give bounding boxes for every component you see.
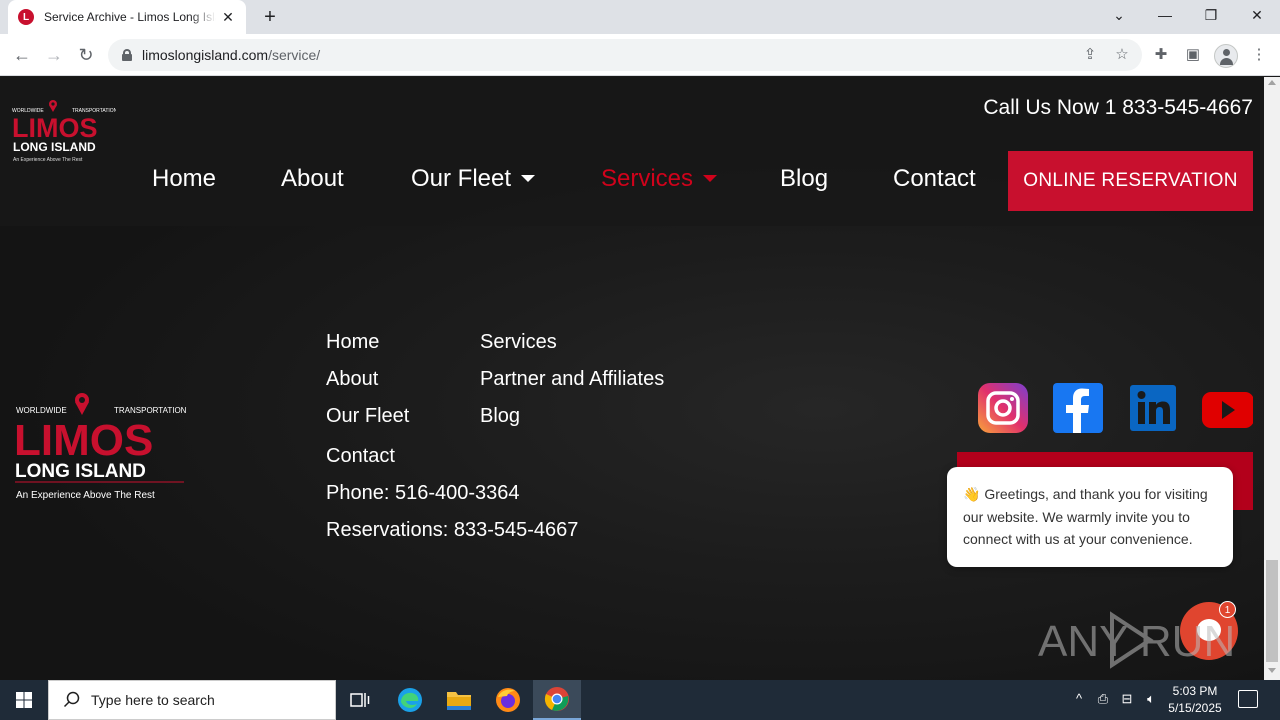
maximize-button[interactable]: ❐ <box>1188 0 1234 30</box>
svg-text:LONG ISLAND: LONG ISLAND <box>15 461 146 482</box>
nav-blog[interactable]: Blog <box>780 165 828 193</box>
volume-icon[interactable]: 🔈︎ <box>1142 690 1160 708</box>
footer-link-blog[interactable]: Blog <box>480 405 520 428</box>
forward-icon[interactable]: → <box>42 43 66 67</box>
svg-text:LONG ISLAND: LONG ISLAND <box>13 140 96 154</box>
chat-greeting-bubble[interactable]: 👋 Greetings, and thank you for visiting … <box>947 467 1233 567</box>
address-bar[interactable]: limoslongisland.com/service/ ⇪ ☆ <box>108 39 1142 71</box>
nav-home[interactable]: Home <box>152 165 216 193</box>
firefox-icon[interactable] <box>484 680 532 720</box>
caret-down-icon <box>521 174 536 182</box>
svg-text:An Experience Above The Rest: An Experience Above The Rest <box>16 490 155 501</box>
profile-avatar-icon[interactable] <box>1214 44 1238 68</box>
linkedin-icon[interactable] <box>1127 382 1179 434</box>
nav-contact[interactable]: Contact <box>893 165 976 193</box>
chat-message: Greetings, and thank you for visiting ou… <box>963 486 1208 547</box>
scrollbar-thumb[interactable] <box>1266 560 1278 662</box>
browser-toolbar: ← → ↻ limoslongisland.com/service/ ⇪ ☆ ✚… <box>0 34 1280 76</box>
footer-link-contact[interactable]: Contact <box>326 445 395 468</box>
nav-services[interactable]: Services <box>601 165 718 193</box>
footer-link-partners[interactable]: Partner and Affiliates <box>480 368 664 391</box>
clock-time: 5:03 PM <box>1172 684 1218 698</box>
lock-icon[interactable] <box>122 49 132 61</box>
browser-tab[interactable]: L Service Archive - Limos Long Island ✕ <box>8 0 246 34</box>
url-text[interactable]: limoslongisland.com/service/ <box>142 47 320 63</box>
search-placeholder: Type here to search <box>91 692 215 708</box>
side-panel-icon[interactable]: ▣ <box>1182 44 1204 66</box>
svg-text:TRANSPORTATION: TRANSPORTATION <box>114 406 186 415</box>
site-favicon-icon: L <box>18 9 34 25</box>
footer-link-about[interactable]: About <box>326 368 378 391</box>
clock-date: 5/15/2025 <box>1168 701 1222 715</box>
close-window-button[interactable]: ✕ <box>1234 0 1280 30</box>
wave-emoji-icon: 👋 <box>963 486 981 502</box>
footer-logo[interactable]: WORLDWIDE TRANSPORTATION LIMOS LONG ISLA… <box>14 391 186 503</box>
tab-close-icon[interactable]: ✕ <box>220 9 236 26</box>
extensions-icon[interactable]: ✚ <box>1150 44 1172 66</box>
svg-text:An Experience Above The Rest: An Experience Above The Rest <box>13 157 83 163</box>
windows-start-icon[interactable] <box>0 680 48 720</box>
online-reservation-button[interactable]: ONLINE RESERVATION <box>1008 151 1253 211</box>
nav-about[interactable]: About <box>281 165 344 193</box>
network-icon[interactable]: ⊟ <box>1118 690 1136 708</box>
tab-title: Service Archive - Limos Long Island <box>44 10 216 24</box>
back-icon[interactable]: ← <box>10 43 34 67</box>
file-explorer-icon[interactable] <box>435 680 483 720</box>
svg-text:LIMOS: LIMOS <box>14 416 153 465</box>
call-us-text[interactable]: Call Us Now 1 833-545-4667 <box>983 96 1253 120</box>
tray-device-icon[interactable]: ⎙ <box>1094 690 1112 708</box>
instagram-icon[interactable] <box>977 382 1029 434</box>
scroll-down-icon[interactable] <box>1268 668 1276 673</box>
edge-icon[interactable] <box>386 680 434 720</box>
svg-text:LIMOS: LIMOS <box>12 113 98 143</box>
browser-tab-bar: L Service Archive - Limos Long Island ✕ … <box>0 0 1280 34</box>
youtube-icon[interactable] <box>1201 382 1253 434</box>
footer-phone[interactable]: Phone: 516-400-3364 <box>326 482 520 505</box>
new-tab-button[interactable]: + <box>258 6 282 28</box>
chrome-icon[interactable] <box>533 680 581 720</box>
footer-reservations[interactable]: Reservations: 833-545-4667 <box>326 519 578 542</box>
anyrun-watermark: ANY RUN <box>1038 611 1235 669</box>
tab-search-button[interactable]: ⌄ <box>1096 0 1142 30</box>
tray-chevron-up-icon[interactable]: ^ <box>1070 690 1088 708</box>
svg-text:ANY RUN: ANY RUN <box>1038 617 1235 666</box>
reload-icon[interactable]: ↻ <box>74 43 98 67</box>
svg-text:WORLDWIDE: WORLDWIDE <box>16 406 67 415</box>
scroll-up-icon[interactable] <box>1268 80 1276 85</box>
web-page: WORLDWIDE TRANSPORTATION LIMOS LONG ISLA… <box>0 77 1264 680</box>
caret-down-icon <box>703 174 718 182</box>
minimize-button[interactable]: — <box>1142 0 1188 30</box>
footer-link-our-fleet[interactable]: Our Fleet <box>326 405 409 428</box>
taskbar-search-box[interactable]: Type here to search <box>48 680 336 720</box>
site-header: WORLDWIDE TRANSPORTATION LIMOS LONG ISLA… <box>0 77 1264 226</box>
notification-center-icon[interactable] <box>1238 690 1258 708</box>
task-view-icon[interactable] <box>336 680 384 720</box>
menu-dots-icon[interactable]: ⋮ <box>1248 44 1270 66</box>
nav-our-fleet[interactable]: Our Fleet <box>411 165 536 193</box>
search-icon <box>63 691 80 708</box>
taskbar-clock[interactable]: 5:03 PM 5/15/2025 <box>1166 683 1224 717</box>
windows-taskbar: Type here to search ^ ⎙ ⊟ 🔈︎ 5:03 PM 5/1… <box>0 680 1280 720</box>
footer-link-home[interactable]: Home <box>326 331 379 354</box>
site-logo[interactable]: WORLDWIDE TRANSPORTATION LIMOS LONG ISLA… <box>12 99 116 165</box>
bookmark-star-icon[interactable]: ☆ <box>1112 45 1132 65</box>
facebook-icon[interactable] <box>1052 382 1104 434</box>
share-icon[interactable]: ⇪ <box>1080 45 1100 65</box>
footer-link-services[interactable]: Services <box>480 331 557 354</box>
